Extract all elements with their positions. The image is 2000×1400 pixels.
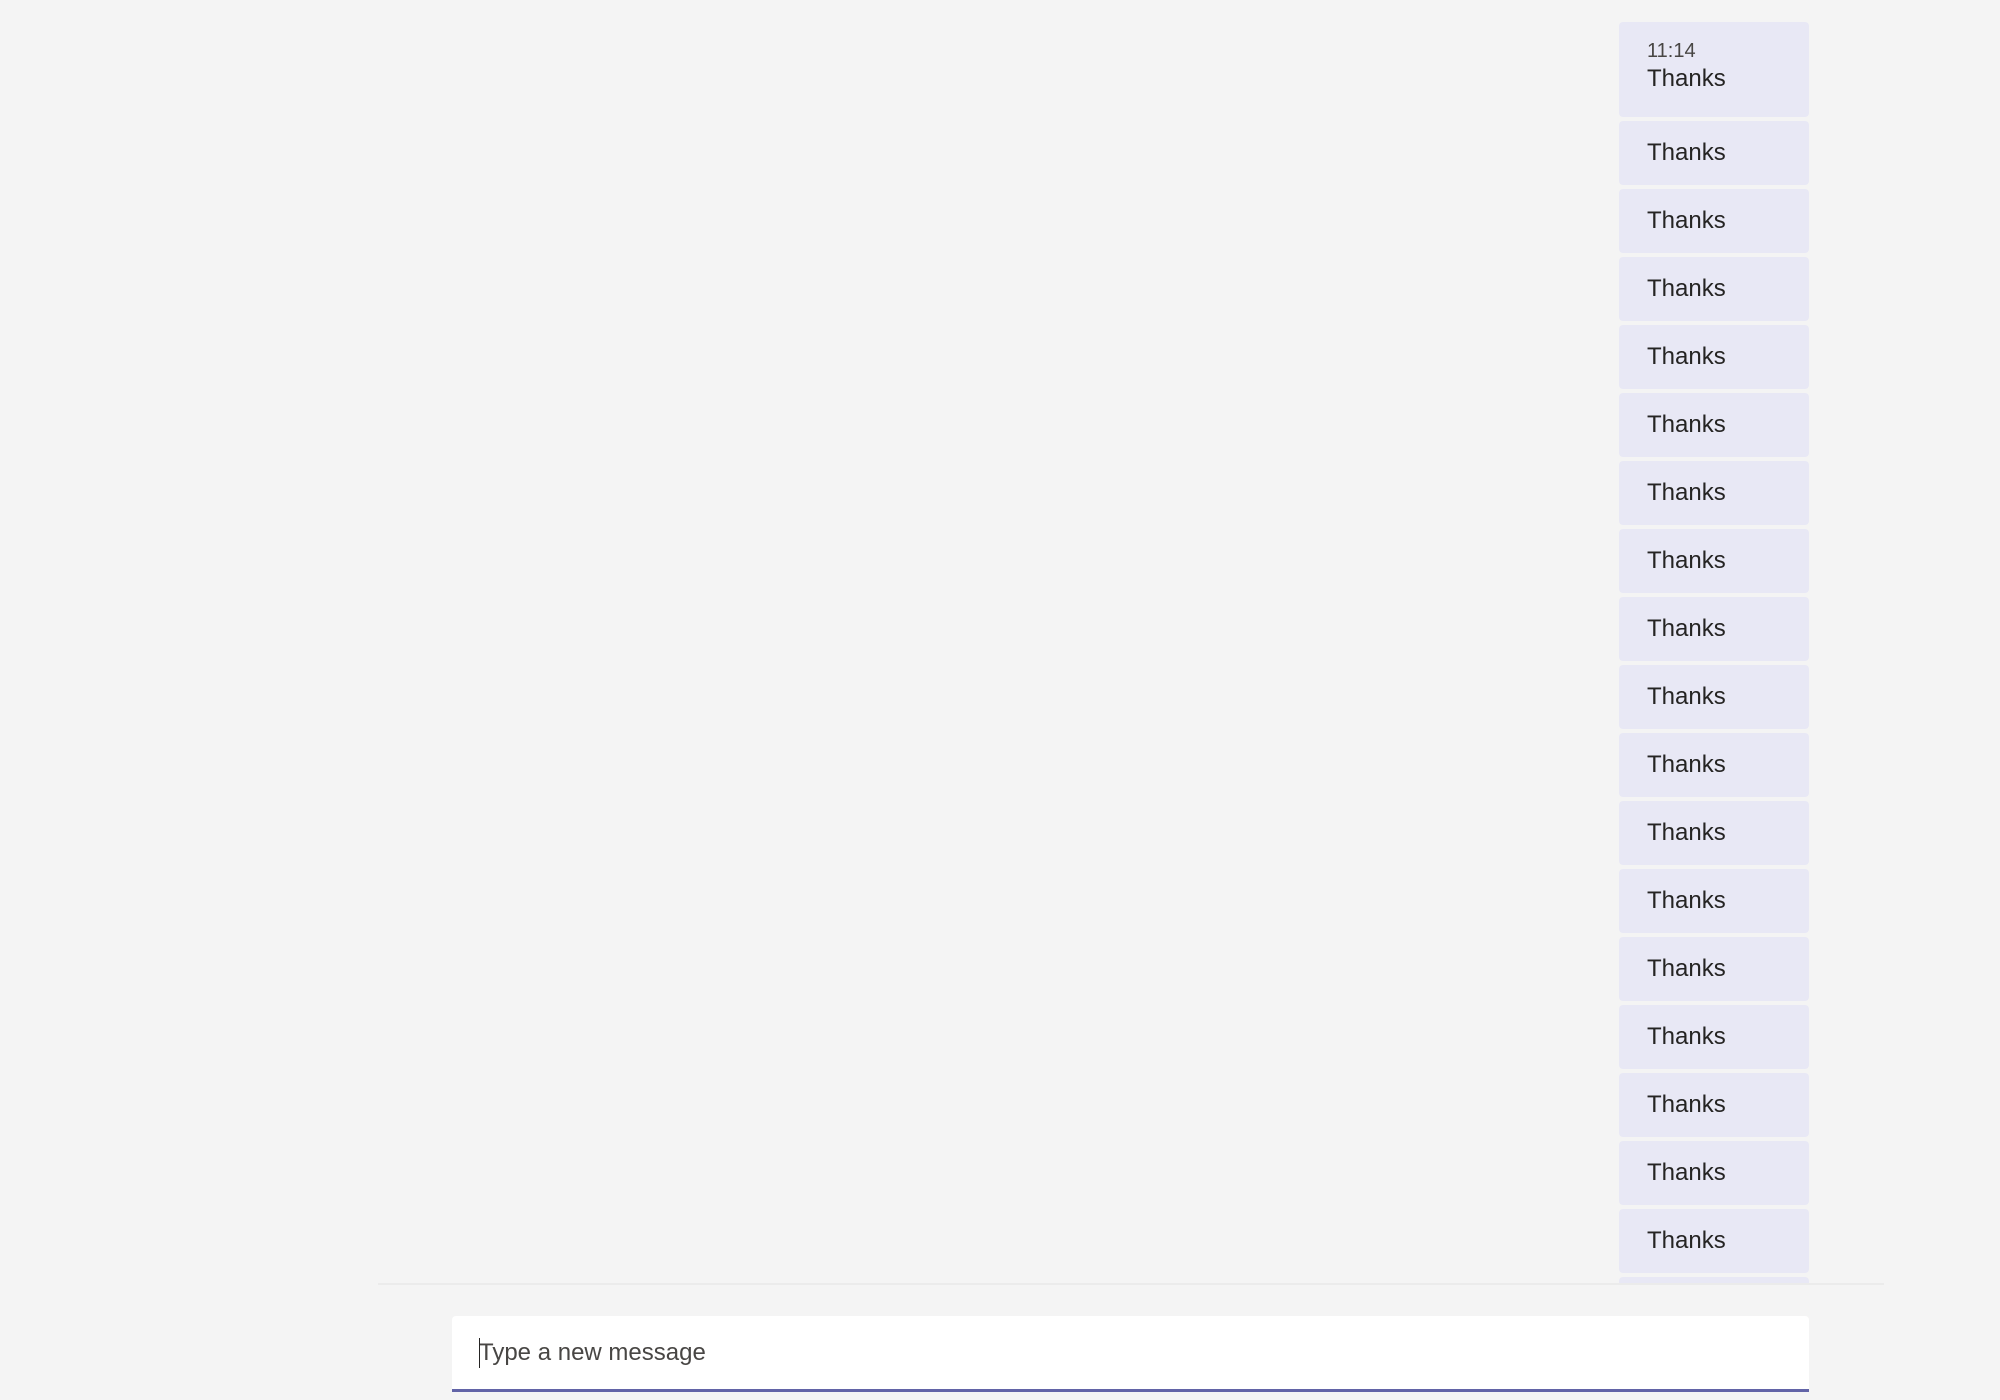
- message-bubble[interactable]: Thanks: [1619, 597, 1809, 661]
- message-bubble[interactable]: Thanks: [1619, 869, 1809, 933]
- message-input[interactable]: [479, 1316, 1779, 1389]
- message-text: Thanks: [1647, 411, 1726, 438]
- message-bubble[interactable]: Thanks: [1619, 1005, 1809, 1069]
- message-text: Thanks: [1647, 65, 1726, 92]
- message-timestamp: 11:14: [1647, 40, 1696, 62]
- message-text: Thanks: [1647, 683, 1726, 710]
- text-caret: [479, 1338, 480, 1368]
- message-text: Thanks: [1647, 275, 1726, 302]
- message-bubble[interactable]: 11:14 Thanks: [1619, 22, 1809, 117]
- message-text: Thanks: [1647, 955, 1726, 982]
- message-bubble[interactable]: Thanks: [1619, 801, 1809, 865]
- message-bubble[interactable]: Thanks: [1619, 257, 1809, 321]
- message-text: Thanks: [1647, 1023, 1726, 1050]
- message-text: Thanks: [1647, 1091, 1726, 1118]
- message-bubble[interactable]: Thanks: [1619, 189, 1809, 253]
- message-bubble[interactable]: Thanks: [1619, 529, 1809, 593]
- chat-window: 11:14 Thanks Thanks Thanks Thanks Thanks…: [0, 0, 2000, 1400]
- message-text: Thanks: [1647, 547, 1726, 574]
- message-text: Thanks: [1647, 343, 1726, 370]
- message-bubble[interactable]: Thanks: [1619, 1073, 1809, 1137]
- message-list[interactable]: 11:14 Thanks Thanks Thanks Thanks Thanks…: [1619, 22, 1809, 1283]
- message-text: Thanks: [1647, 479, 1726, 506]
- message-bubble[interactable]: Thanks: [1619, 325, 1809, 389]
- message-text: Thanks: [1647, 751, 1726, 778]
- message-bubble[interactable]: Thanks: [1619, 1141, 1809, 1205]
- compose-box[interactable]: [452, 1316, 1809, 1392]
- compose-divider: [378, 1283, 1884, 1285]
- message-text: Thanks: [1647, 139, 1726, 166]
- message-bubble[interactable]: Thanks: [1619, 1209, 1809, 1273]
- message-bubble[interactable]: Thanks: [1619, 461, 1809, 525]
- message-bubble[interactable]: Thanks: [1619, 665, 1809, 729]
- message-text: Thanks: [1647, 819, 1726, 846]
- message-bubble[interactable]: Thanks: [1619, 937, 1809, 1001]
- message-text: Thanks: [1647, 1227, 1726, 1254]
- message-text: Thanks: [1647, 887, 1726, 914]
- message-text: Thanks: [1647, 615, 1726, 642]
- message-bubble[interactable]: Thanks: [1619, 733, 1809, 797]
- message-bubble[interactable]: Thanks: [1619, 121, 1809, 185]
- message-text: Thanks: [1647, 207, 1726, 234]
- message-text: Thanks: [1647, 1159, 1726, 1186]
- message-bubble[interactable]: Thanks: [1619, 393, 1809, 457]
